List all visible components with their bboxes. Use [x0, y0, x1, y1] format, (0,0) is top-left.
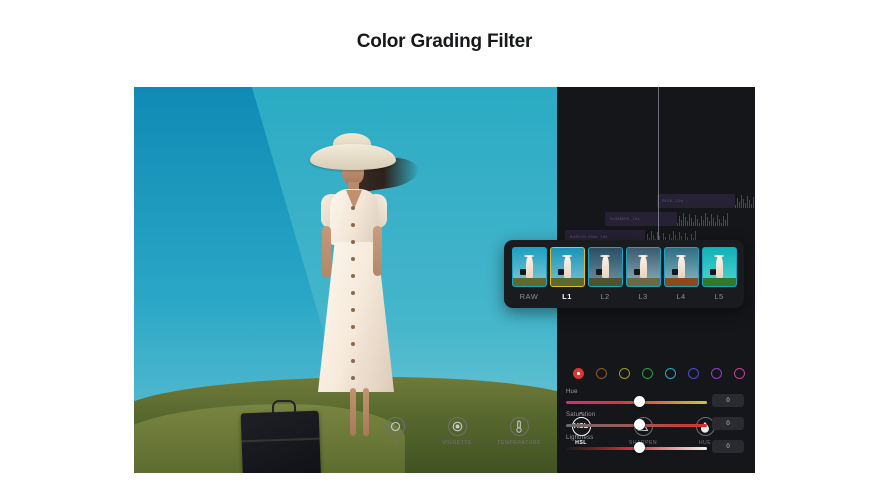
- filter-preset-label: L3: [626, 292, 661, 301]
- tool-label: VIGNETTE: [434, 440, 480, 446]
- filter-thumbnail[interactable]: [702, 247, 737, 287]
- thumb-dress: [678, 256, 685, 278]
- filter-thumbnail[interactable]: [626, 247, 661, 287]
- thumb-dress: [564, 256, 571, 278]
- filter-thumbnail[interactable]: [664, 247, 699, 287]
- filter-preset-label: L2: [588, 292, 623, 301]
- filter-preset-strip[interactable]: RAWL1L2L3L4L5: [504, 240, 744, 308]
- thumb-suitcase: [520, 269, 526, 275]
- filter-preset-l5[interactable]: L5: [702, 247, 737, 301]
- tool-ce[interactable]: CE: [372, 417, 418, 446]
- thumb-grass: [665, 278, 698, 286]
- timeline-playhead[interactable]: [658, 87, 659, 245]
- thumb-grass: [703, 278, 736, 286]
- filter-preset-l4[interactable]: L4: [664, 247, 699, 301]
- slider-value-saturation[interactable]: 0: [712, 417, 744, 430]
- tool-vignette[interactable]: VIGNETTE: [434, 417, 480, 446]
- filter-preset-label: L1: [550, 292, 585, 301]
- timeline-clip-label: BARCELONA, 19s: [565, 230, 645, 239]
- timeline-waveform: [677, 212, 728, 226]
- color-swatch-blue[interactable]: [688, 368, 699, 379]
- photo-subject-woman: [302, 142, 422, 442]
- filter-preset-label: RAW: [512, 292, 547, 301]
- slider-row-lightness: Lightness0: [566, 435, 744, 458]
- color-swatch-purple[interactable]: [711, 368, 722, 379]
- color-swatch-red[interactable]: [573, 368, 584, 379]
- slider-handle-lightness[interactable]: [634, 442, 645, 453]
- filter-preset-label: L5: [702, 292, 737, 301]
- page-title: Color Grading Filter: [0, 31, 889, 53]
- thumb-grass: [513, 278, 546, 286]
- hsl-color-swatches[interactable]: [573, 368, 757, 379]
- color-swatch-yellow[interactable]: [619, 368, 630, 379]
- photo-preview[interactable]: [134, 87, 557, 473]
- thumb-suitcase: [634, 269, 640, 275]
- slider-value-hue[interactable]: 0: [712, 394, 744, 407]
- thumb-suitcase: [596, 269, 602, 275]
- filter-preset-raw[interactable]: RAW: [512, 247, 547, 301]
- filter-preset-label: L4: [664, 292, 699, 301]
- timeline-clip-label: SUMMER, 14s: [605, 212, 677, 221]
- slider-handle-saturation[interactable]: [634, 419, 645, 430]
- timeline-clip-label: RIDE, 12s: [657, 194, 735, 203]
- timeline-clip[interactable]: RIDE, 12s: [657, 194, 735, 208]
- vignette-icon: [448, 417, 467, 436]
- filter-thumbnail[interactable]: [512, 247, 547, 287]
- filter-preset-l2[interactable]: L2: [588, 247, 623, 301]
- filter-preset-l1[interactable]: L1: [550, 247, 585, 301]
- arm-right: [373, 226, 382, 276]
- timeline-waveform: [735, 194, 755, 208]
- thumb-suitcase: [558, 269, 564, 275]
- thumb-suitcase: [672, 269, 678, 275]
- tool-label: TEMPERATURE: [496, 440, 542, 446]
- thumb-dress: [602, 256, 609, 278]
- tool-temperature[interactable]: TEMPERATURE: [496, 417, 542, 446]
- color-swatch-cyan[interactable]: [665, 368, 676, 379]
- filter-preset-l3[interactable]: L3: [626, 247, 661, 301]
- thumb-grass: [589, 278, 622, 286]
- thumb-grass: [627, 278, 660, 286]
- color-swatch-magenta[interactable]: [734, 368, 745, 379]
- hsl-slider-group: Hue0Saturation0Lightness0: [566, 389, 744, 458]
- slider-handle-hue[interactable]: [634, 396, 645, 407]
- filter-thumbnail[interactable]: [550, 247, 585, 287]
- filter-thumbnail[interactable]: [588, 247, 623, 287]
- thumb-dress: [526, 256, 533, 278]
- color-swatch-green[interactable]: [642, 368, 653, 379]
- timeline-clip[interactable]: SUMMER, 14s: [605, 212, 677, 226]
- thumb-dress: [716, 256, 723, 278]
- app-root: Color Grading Filter: [0, 0, 889, 500]
- tool-label: E: [744, 440, 755, 446]
- arm-left: [322, 226, 331, 278]
- thumb-suitcase: [710, 269, 716, 275]
- tool-label: CE: [372, 440, 418, 446]
- sun-hat: [310, 144, 396, 170]
- thumb-dress: [640, 256, 647, 278]
- dress-buttons: [351, 206, 356, 378]
- color-swatch-orange[interactable]: [596, 368, 607, 379]
- thermometer-icon: [510, 417, 529, 436]
- slider-row-hue: Hue0: [566, 389, 744, 412]
- balance-icon: [386, 417, 405, 436]
- thumb-grass: [551, 278, 584, 286]
- slider-row-saturation: Saturation0: [566, 412, 744, 435]
- slider-value-lightness[interactable]: 0: [712, 440, 744, 453]
- tool-e[interactable]: E: [744, 417, 755, 446]
